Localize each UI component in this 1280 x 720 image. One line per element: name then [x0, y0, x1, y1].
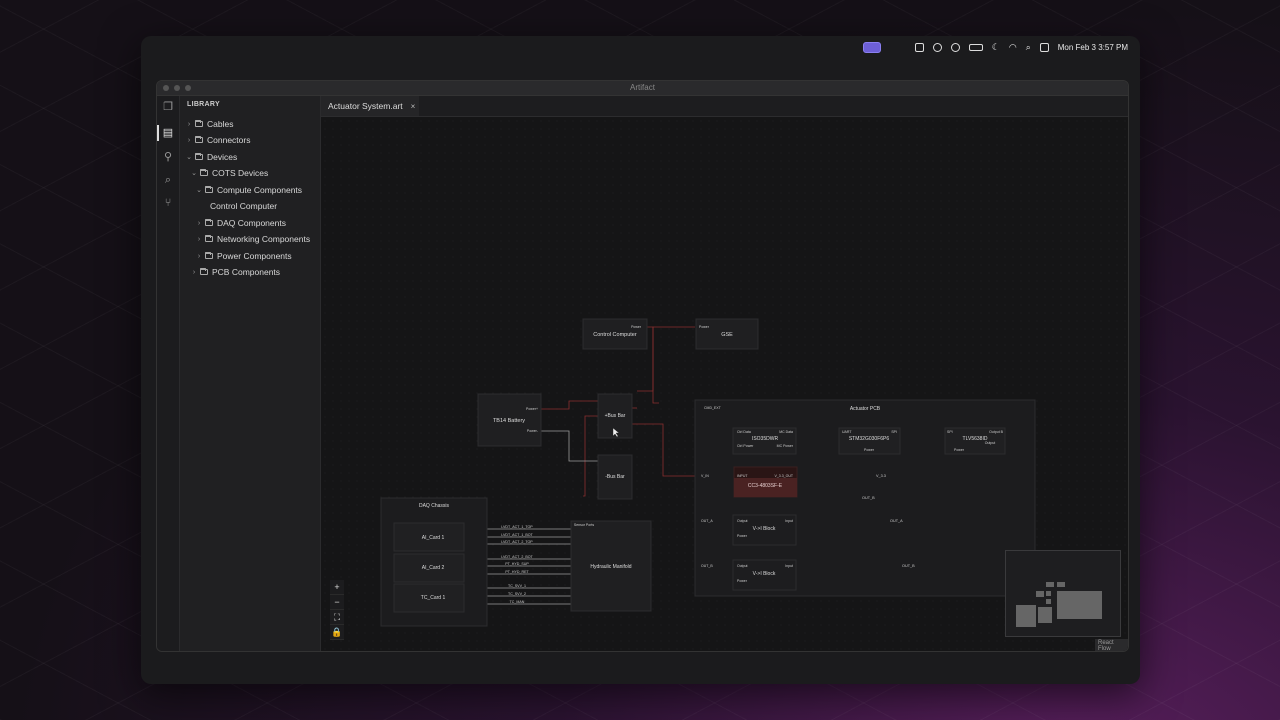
node-vi-block-1[interactable]: V->I Block Output Power Input [732, 514, 797, 546]
svg-text:Control Computer: Control Computer [593, 332, 637, 338]
node-stm32[interactable]: STM32G030F6P6 UART SPI Power [838, 427, 901, 455]
moon-icon[interactable]: ☾ [992, 42, 1000, 53]
svg-text:TC_Card 1: TC_Card 1 [421, 595, 446, 601]
node-ai-card-2[interactable]: AI_Card 2 [393, 553, 465, 583]
app-window: Artifact ❐ ▤ ⚲ ⌕ ⑂ LIBRARY › Cables › Conn… [156, 80, 1129, 652]
svg-text:Output B: Output B [989, 430, 1003, 434]
svg-text:Power: Power [631, 325, 642, 329]
control-center-icon[interactable] [1039, 42, 1049, 52]
svg-text:CMD_EXT: CMD_EXT [704, 406, 722, 410]
svg-text:AI_Card 1: AI_Card 1 [422, 535, 445, 541]
node-cc3[interactable]: CC3-4803SF-E INPUT V_3.3_OUT [733, 466, 798, 498]
minimap[interactable] [1005, 550, 1121, 637]
svg-text:Hydraulic Manifold: Hydraulic Manifold [590, 564, 631, 570]
net-label: LVDT_ACT_1_TOP [501, 525, 533, 529]
svg-text:Power: Power [737, 579, 748, 583]
svg-text:OUT_B: OUT_B [701, 564, 713, 568]
svg-text:Power+: Power+ [526, 407, 538, 411]
node-tc-card-1[interactable]: TC_Card 1 [393, 583, 465, 613]
battery-icon[interactable] [968, 43, 983, 51]
svg-text:CC3-4803SF-E: CC3-4803SF-E [748, 483, 783, 489]
net-label: TC_SVV_2 [508, 592, 526, 596]
node-battery[interactable]: TB14 Battery Power+ Power- [477, 393, 542, 447]
svg-text:Power: Power [954, 448, 965, 452]
net-label-v33: V_3.3 [876, 474, 886, 478]
screen: ☾ ◠ ⌕ Mon Feb 3 3:57 PM Artifact ❐ ▤ ⚲ ⌕… [141, 36, 1140, 684]
net-label-out-a: OUT_A [890, 519, 903, 523]
svg-text:Power: Power [699, 325, 710, 329]
wire-battery-neg [541, 430, 599, 462]
minimap-preview [1016, 582, 1102, 627]
svg-text:OUT_A: OUT_A [701, 519, 713, 523]
net-label-outb-top: OUT_B [862, 496, 875, 500]
wire-vin [629, 423, 695, 477]
svg-text:Input: Input [785, 519, 793, 523]
svg-text:Output: Output [737, 519, 748, 523]
svg-text:ISO35DWR: ISO35DWR [752, 436, 779, 442]
fit-view-button[interactable]: ⛶ [330, 610, 344, 625]
net-label: LVDT_ACT_2_BOT [501, 555, 533, 559]
svg-text:+Bus Bar: +Bus Bar [605, 413, 626, 419]
wifi-icon[interactable]: ◠ [1009, 42, 1017, 53]
net-label-out-b: OUT_B [902, 564, 915, 568]
svg-text:AI_Card 2: AI_Card 2 [422, 565, 445, 571]
wire-bus-down [583, 415, 599, 497]
wire-battery-pos [541, 400, 599, 410]
net-label: PT_HYD_RET [505, 570, 529, 574]
node-neg-bus[interactable]: -Bus Bar [597, 454, 633, 500]
svg-text:MC Data: MC Data [779, 430, 793, 434]
svg-text:TB14 Battery: TB14 Battery [493, 418, 525, 424]
node-control-computer[interactable]: Control Computer Power [582, 318, 648, 350]
node-hydraulic-manifold[interactable]: Hydraulic Manifold Sensor Ports [570, 520, 652, 612]
svg-text:V_3.3_OUT: V_3.3_OUT [775, 474, 794, 478]
svg-text:Sensor Ports: Sensor Ports [574, 523, 594, 527]
net-label: LVDT_ACT_2_TOP [501, 540, 533, 544]
wire-gse-power [652, 326, 695, 404]
node-gse[interactable]: GSE Power [695, 318, 759, 350]
node-ai-card-1[interactable]: AI_Card 1 [393, 522, 465, 552]
lock-button[interactable]: 🔒 [330, 625, 344, 640]
globe-icon[interactable] [932, 42, 942, 52]
svg-text:Power: Power [737, 534, 748, 538]
node-vi-block-2[interactable]: V->I Block Output Power Input [732, 559, 797, 591]
react-flow-attribution[interactable]: React Flow [1095, 639, 1128, 651]
svg-text:Input: Input [785, 564, 793, 568]
menu-bar: ☾ ◠ ⌕ Mon Feb 3 3:57 PM [141, 36, 1140, 58]
zoom-in-button[interactable]: + [330, 580, 344, 595]
zoom-out-button[interactable]: − [330, 595, 344, 610]
screen-share-icon[interactable] [862, 41, 881, 53]
net-label: TC_MAN [510, 600, 525, 604]
svg-text:MC Power: MC Power [777, 444, 794, 448]
svg-text:INPUT: INPUT [737, 474, 748, 478]
node-tlv5638[interactable]: TLV5638ID SPI Output B Output Power [944, 427, 1006, 455]
svg-text:V->I Block: V->I Block [753, 571, 776, 577]
svg-text:Ctrl Power: Ctrl Power [737, 444, 754, 448]
svg-text:UART: UART [842, 430, 852, 434]
svg-text:Actuator PCB: Actuator PCB [850, 406, 881, 412]
net-label: PT_HYD_SUP [505, 562, 529, 566]
svg-text:Ctrl Data: Ctrl Data [737, 430, 751, 434]
svg-text:SPI: SPI [891, 430, 897, 434]
svg-text:DAQ Chassis: DAQ Chassis [419, 503, 450, 509]
search-icon[interactable]: ⌕ [1026, 42, 1031, 53]
svg-text:V->I Block: V->I Block [753, 526, 776, 532]
svg-text:Output: Output [737, 564, 748, 568]
svg-text:SPI: SPI [947, 430, 953, 434]
net-label: LVDT_ACT_1_BOT [501, 533, 533, 537]
svg-text:Power-: Power- [527, 429, 539, 433]
notes-icon[interactable] [914, 42, 924, 52]
svg-text:-Bus Bar: -Bus Bar [605, 474, 625, 480]
node-iso35dwr[interactable]: ISO35DWR Ctrl Data Ctrl Power MC Data MC… [732, 427, 797, 455]
play-icon[interactable] [950, 42, 960, 52]
svg-text:Output: Output [985, 441, 996, 445]
zoom-controls: + − ⛶ 🔒 [330, 580, 344, 640]
svg-text:STM32G030F6P6: STM32G030F6P6 [849, 436, 890, 442]
net-label: TC_SVV_1 [508, 584, 526, 588]
svg-text:V_IN: V_IN [701, 474, 709, 478]
svg-text:Power: Power [864, 448, 875, 452]
svg-text:GSE: GSE [721, 332, 733, 338]
menubar-clock[interactable]: Mon Feb 3 3:57 PM [1058, 43, 1128, 52]
flow-diagram: Control Computer Power GSE Power TB14 Ba… [380, 318, 1036, 627]
